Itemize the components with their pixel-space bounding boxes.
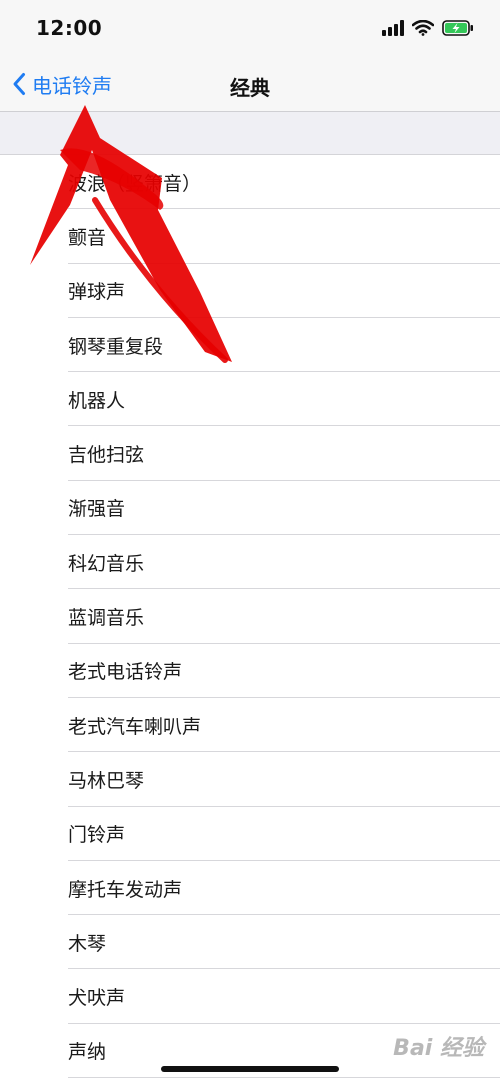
ringtone-label: 渐强音 <box>68 498 126 521</box>
ringtone-label: 机器人 <box>68 389 126 412</box>
navigation-bar: 电话铃声 经典 <box>0 58 500 112</box>
ringtone-label: 声纳 <box>68 1041 107 1064</box>
list-item-ringtone[interactable]: 机器人 <box>0 372 500 427</box>
ringtone-list: 波浪（竖箫音） 颤音 弹球声 钢琴重复段 机器人 吉他扫弦 渐强音 科幻音乐 蓝… <box>0 155 500 1079</box>
ringtone-label: 波浪（竖箫音） <box>68 172 202 195</box>
list-item-ringtone[interactable]: 吉他扫弦 <box>0 426 500 482</box>
status-time: 12:00 <box>36 16 103 40</box>
section-header-gap <box>0 112 500 155</box>
ringtone-label: 吉他扫弦 <box>68 444 145 467</box>
list-item-ringtone[interactable]: 马林巴琴 <box>0 752 500 807</box>
list-item-ringtone[interactable]: 钢琴重复段 <box>0 318 500 373</box>
status-bar: 12:00 <box>0 0 500 58</box>
list-item-ringtone[interactable]: 颤音 <box>0 209 500 264</box>
list-item-ringtone[interactable]: 老式汽车喇叭声 <box>0 698 500 753</box>
ringtone-label: 钢琴重复段 <box>68 335 164 358</box>
list-item-ringtone[interactable]: 蓝调音乐 <box>0 589 500 644</box>
wifi-icon <box>412 20 434 36</box>
list-item-ringtone[interactable]: 老式电话铃声 <box>0 644 500 699</box>
list-item-ringtone[interactable]: 波浪（竖箫音） <box>0 155 500 210</box>
ringtone-label: 弹球声 <box>68 281 126 304</box>
list-item-ringtone[interactable]: 木琴 <box>0 915 500 970</box>
ringtone-label: 摩托车发动声 <box>68 878 183 901</box>
ringtone-label: 老式电话铃声 <box>68 661 183 684</box>
ringtone-label: 老式汽车喇叭声 <box>68 715 202 738</box>
list-item-ringtone[interactable]: 摩托车发动声 <box>0 861 500 916</box>
list-item-ringtone[interactable]: 渐强音 <box>0 481 500 536</box>
home-indicator[interactable] <box>161 1066 339 1072</box>
ringtone-label: 蓝调音乐 <box>68 607 145 630</box>
ringtone-label: 颤音 <box>68 226 107 249</box>
list-item-ringtone[interactable]: 弹球声 <box>0 264 500 319</box>
list-item-ringtone[interactable]: 犬吠声 <box>0 969 500 1025</box>
page-title: 经典 <box>230 76 270 100</box>
ringtone-label: 马林巴琴 <box>68 769 145 792</box>
ringtone-label: 犬吠声 <box>68 987 126 1010</box>
ringtone-label: 科幻音乐 <box>68 552 145 575</box>
status-icons <box>382 20 474 36</box>
list-item-ringtone[interactable]: 门铃声 <box>0 807 500 862</box>
ringtone-label: 木琴 <box>68 932 107 955</box>
list-item-ringtone[interactable]: 科幻音乐 <box>0 535 500 590</box>
ringtone-label: 门铃声 <box>68 824 126 847</box>
battery-charging-icon <box>442 20 473 36</box>
signal-icon <box>382 20 404 36</box>
